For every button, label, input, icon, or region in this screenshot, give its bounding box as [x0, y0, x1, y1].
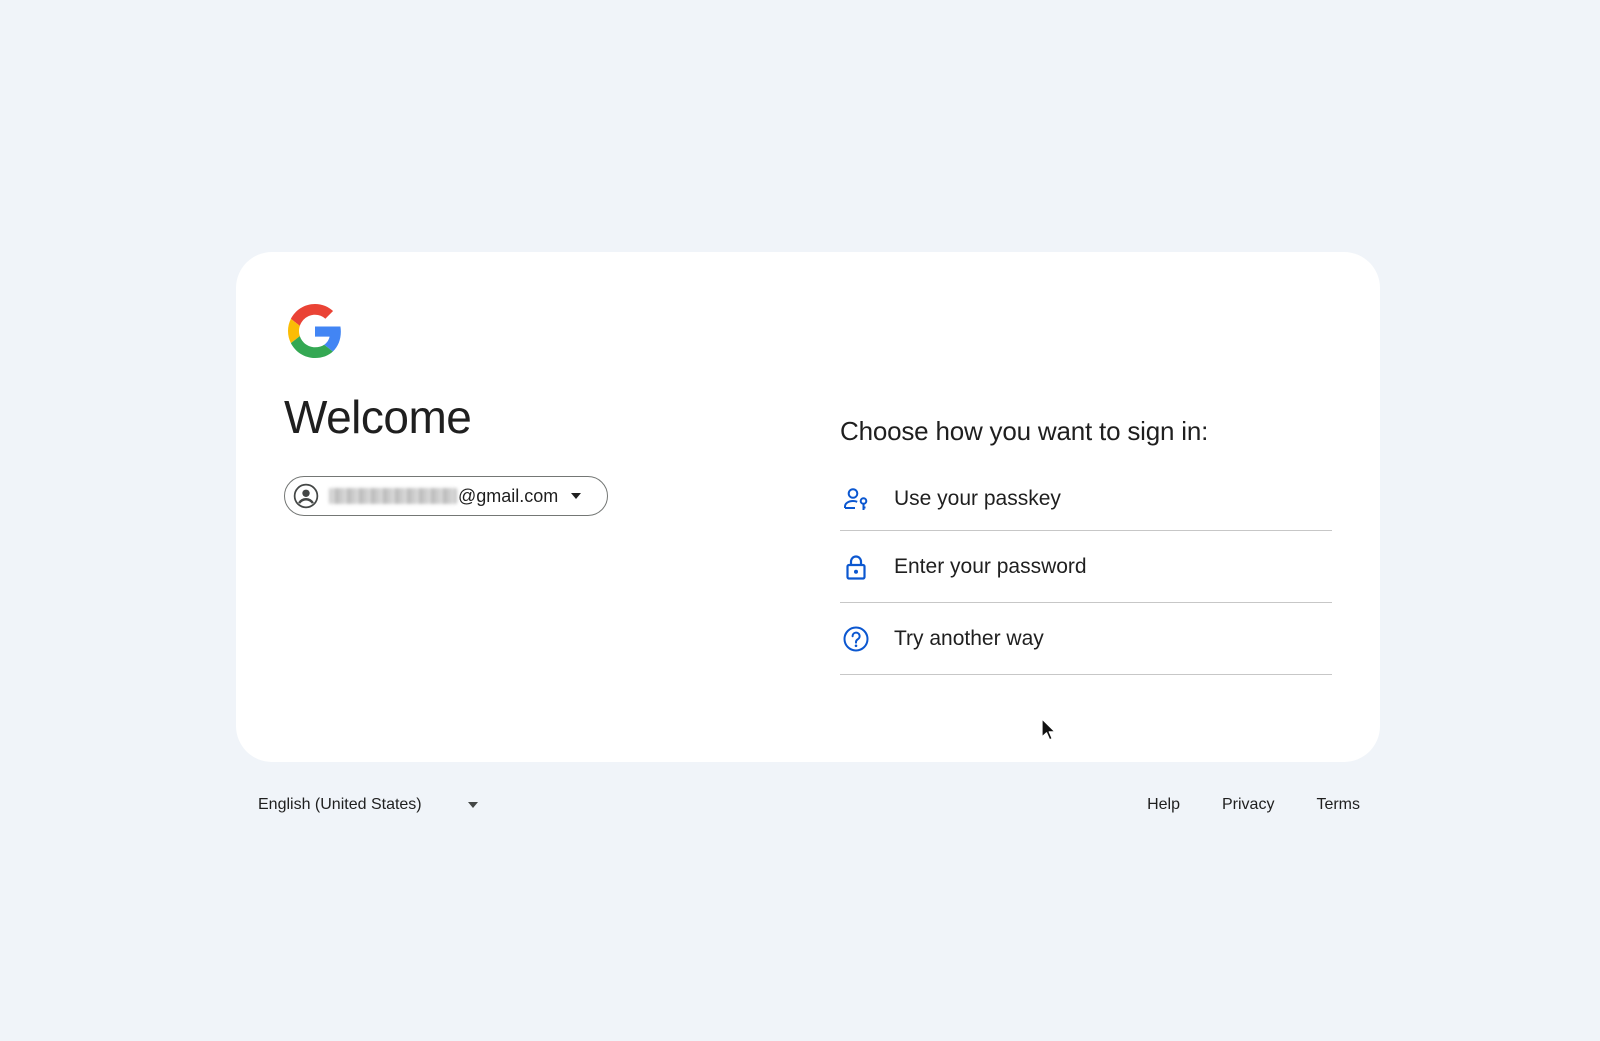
terms-link[interactable]: Terms [1316, 796, 1360, 814]
page-title: Welcome [284, 391, 472, 443]
signin-page: Welcome @gmail.com Choose how you want t… [0, 0, 1600, 1041]
option-label: Enter your password [894, 554, 1087, 578]
language-selector[interactable]: English (United States) [258, 796, 478, 814]
option-try-another-way[interactable]: Try another way [840, 603, 1332, 676]
help-circle-icon [843, 626, 869, 652]
option-password[interactable]: Enter your password [840, 531, 1332, 604]
account-email: @gmail.com [458, 485, 559, 506]
footer: English (United States) Help Privacy Ter… [0, 790, 1600, 820]
lock-icon [846, 555, 866, 580]
footer-links: Help Privacy Terms [1147, 796, 1360, 814]
signin-card: Welcome @gmail.com Choose how you want t… [236, 252, 1380, 762]
redacted-username [329, 488, 457, 504]
mouse-pointer-icon [1041, 718, 1056, 741]
privacy-link[interactable]: Privacy [1222, 796, 1274, 814]
option-label: Use your passkey [894, 486, 1061, 510]
signin-heading: Choose how you want to sign in: [840, 416, 1209, 446]
language-label: English (United States) [258, 796, 422, 813]
chevron-down-icon [571, 493, 582, 499]
chevron-down-icon [467, 802, 478, 808]
help-link[interactable]: Help [1147, 796, 1180, 814]
google-logo-icon [288, 304, 341, 358]
passkey-icon [844, 487, 868, 510]
signin-options-list: Use your passkey Enter your password Try… [840, 467, 1332, 676]
signin-methods: Choose how you want to sign in: Use your… [840, 416, 1332, 676]
option-label: Try another way [894, 626, 1044, 650]
account-chooser-button[interactable]: @gmail.com [284, 476, 608, 516]
option-passkey[interactable]: Use your passkey [840, 467, 1332, 532]
account-circle-icon [293, 483, 319, 509]
